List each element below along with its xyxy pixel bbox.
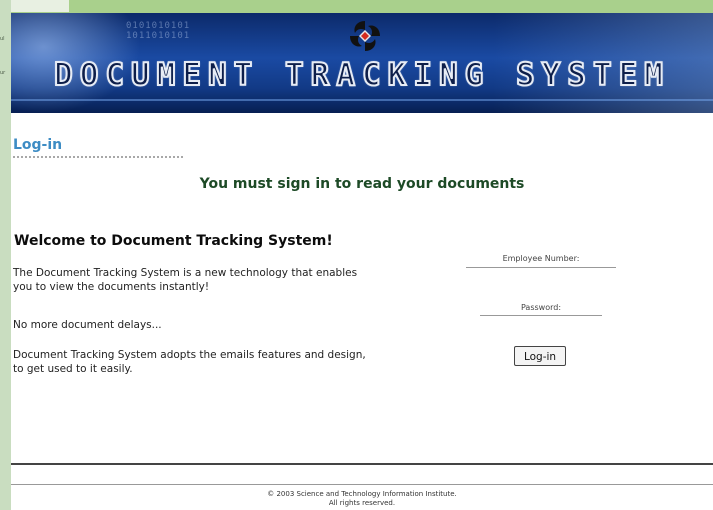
top-band-box [11, 0, 69, 12]
banner-title: DOCUMENT TRACKING SYSTEM [53, 56, 670, 94]
header-banner: 0101010101 1011010101 DOCUMENT TRACKING S… [11, 13, 713, 113]
top-band [11, 0, 713, 13]
binary-decoration: 0101010101 1011010101 [126, 21, 191, 41]
main-page: 0101010101 1011010101 DOCUMENT TRACKING S… [11, 13, 713, 510]
side-text-fragment: ur [0, 70, 6, 76]
footer: © 2003 Science and Technology Informatio… [11, 490, 713, 508]
welcome-paragraph: Document Tracking System adopts the emai… [13, 349, 366, 375]
heading-divider [13, 156, 183, 158]
rights-text: All rights reserved. [328, 499, 396, 507]
footer-divider-thin [11, 484, 713, 485]
password-field[interactable] [480, 315, 602, 316]
login-heading: Log-in [13, 137, 63, 153]
copyright-text: © 2003 Science and Technology Informatio… [267, 490, 457, 498]
employee-number-label: Employee Number: [502, 254, 580, 263]
welcome-title: Welcome to Document Tracking System! [14, 233, 333, 249]
login-button[interactable]: Log-in [514, 346, 566, 366]
side-text-fragment: ul [0, 36, 5, 42]
welcome-paragraph: No more document delays... [13, 319, 162, 331]
welcome-paragraph: The Document Tracking System is a new te… [13, 267, 358, 293]
password-label: Password: [520, 303, 562, 312]
footer-divider [11, 463, 713, 465]
employee-number-field[interactable] [466, 267, 616, 268]
signin-message: You must sign in to read your documents [199, 176, 525, 192]
logo-icon [350, 21, 380, 51]
